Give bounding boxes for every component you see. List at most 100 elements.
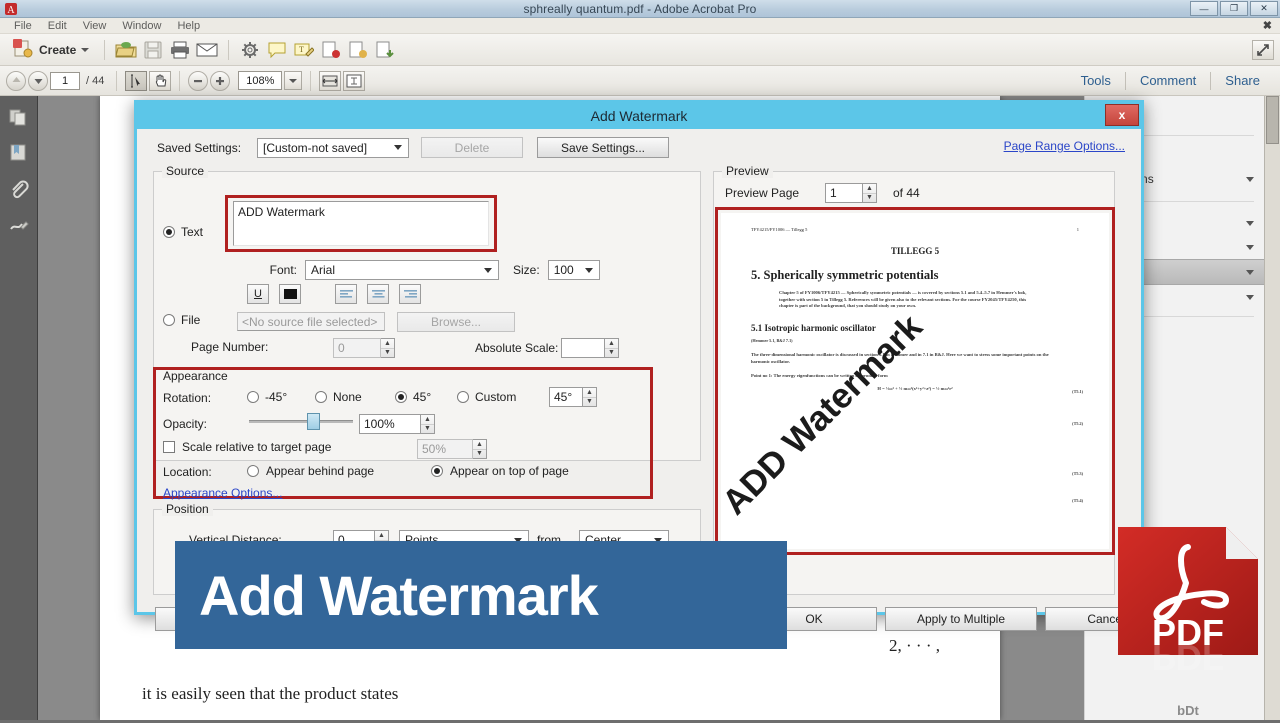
scale-value-input[interactable]: 50% bbox=[417, 439, 473, 459]
file-source-radio[interactable]: File bbox=[163, 313, 200, 327]
sticky-note-icon[interactable] bbox=[265, 38, 289, 62]
page-number-spinner[interactable]: 0 ▲ ▼ bbox=[333, 338, 395, 358]
underline-icon[interactable]: U bbox=[247, 284, 269, 304]
close-button[interactable]: ✕ bbox=[1250, 1, 1278, 16]
dialog-close-button[interactable]: x bbox=[1105, 104, 1139, 126]
scale-relative-checkbox[interactable]: Scale relative to target page bbox=[163, 440, 331, 454]
toolbar-separator bbox=[228, 39, 230, 60]
slider-knob[interactable] bbox=[307, 413, 320, 430]
appearance-options-link[interactable]: Appearance Options... bbox=[163, 486, 282, 500]
chevron-down-icon bbox=[1246, 220, 1254, 226]
fit-page-icon[interactable] bbox=[343, 70, 366, 91]
rotation-option-neg45[interactable]: -45° bbox=[247, 390, 287, 404]
hand-tool-icon[interactable] bbox=[149, 70, 172, 91]
zoom-out-icon[interactable] bbox=[188, 70, 209, 91]
align-right-icon[interactable] bbox=[399, 284, 421, 304]
apply-to-multiple-button[interactable]: Apply to Multiple bbox=[885, 607, 1037, 631]
zoom-in-icon[interactable] bbox=[210, 70, 231, 91]
absolute-scale-stepper[interactable]: ▲ ▼ bbox=[605, 338, 619, 358]
menu-edit[interactable]: Edit bbox=[40, 18, 75, 34]
font-label: Font: bbox=[269, 263, 297, 277]
bookmarks-icon[interactable] bbox=[8, 142, 30, 164]
page-number-input[interactable]: 0 bbox=[333, 338, 381, 358]
watermark-text-input[interactable]: ADD Watermark bbox=[233, 201, 489, 246]
size-label: Size: bbox=[513, 263, 540, 277]
saved-settings-select[interactable]: [Custom-not saved] bbox=[257, 137, 409, 158]
scrollbar-thumb[interactable] bbox=[1266, 96, 1279, 144]
document-scrollbar[interactable] bbox=[1264, 96, 1280, 720]
opacity-spinner[interactable]: 100% ▲ ▼ bbox=[359, 414, 435, 434]
extract-page-icon[interactable] bbox=[346, 38, 370, 62]
menu-help[interactable]: Help bbox=[169, 18, 208, 34]
page-number-input[interactable]: 1 bbox=[50, 71, 80, 90]
save-settings-button[interactable]: Save Settings... bbox=[537, 137, 669, 158]
chevron-down-icon[interactable] bbox=[284, 71, 303, 90]
arrow-up-icon[interactable] bbox=[6, 70, 26, 91]
export-page-icon[interactable] bbox=[373, 38, 397, 62]
preview-page-spinner[interactable]: 1 ▲ ▼ bbox=[825, 183, 877, 203]
scale-value-spinner[interactable]: 50% ▲ ▼ bbox=[417, 439, 487, 459]
print-icon[interactable] bbox=[168, 38, 192, 62]
rotation-option-45[interactable]: 45° bbox=[395, 390, 431, 404]
menu-view[interactable]: View bbox=[75, 18, 115, 34]
saved-settings-value: [Custom-not saved] bbox=[263, 140, 368, 155]
size-select[interactable]: 100 bbox=[547, 260, 600, 280]
settings-gear-icon[interactable] bbox=[238, 38, 262, 62]
select-text-icon[interactable] bbox=[125, 70, 148, 91]
signatures-icon[interactable] bbox=[8, 214, 30, 236]
radio-indicator bbox=[431, 465, 443, 477]
browse-button[interactable]: Browse... bbox=[397, 312, 515, 332]
location-option-ontop[interactable]: Appear on top of page bbox=[431, 464, 569, 478]
rotation-stepper[interactable]: ▲ ▼ bbox=[583, 387, 597, 407]
delete-settings-button[interactable]: Delete bbox=[421, 137, 523, 158]
save-icon[interactable] bbox=[141, 38, 165, 62]
window-controls: — ❐ ✕ bbox=[1190, 1, 1278, 16]
remove-page-icon[interactable] bbox=[319, 38, 343, 62]
close-document-button[interactable]: ✖ bbox=[1263, 19, 1272, 32]
opacity-slider[interactable] bbox=[249, 413, 353, 430]
rotation-option-none[interactable]: None bbox=[315, 390, 362, 404]
maximize-button[interactable]: ❐ bbox=[1220, 1, 1248, 16]
email-icon[interactable] bbox=[195, 38, 219, 62]
create-button-label: Create bbox=[39, 42, 77, 57]
page-number-stepper[interactable]: ▲ ▼ bbox=[381, 338, 395, 358]
file-path-input[interactable]: <No source file selected> bbox=[237, 312, 385, 331]
zoom-level-input[interactable]: 108% bbox=[238, 71, 283, 90]
attachments-icon[interactable] bbox=[8, 178, 30, 200]
align-center-icon[interactable] bbox=[367, 284, 389, 304]
watermark-preview: TFY4215/FY1006 — Tillegg 5 1 TILLEGG 5 5… bbox=[721, 213, 1109, 549]
comment-tab[interactable]: Comment bbox=[1126, 67, 1210, 95]
fit-width-icon[interactable] bbox=[319, 70, 342, 91]
open-folder-icon[interactable] bbox=[114, 38, 138, 62]
align-left-icon[interactable] bbox=[335, 284, 357, 304]
preview-page-input[interactable]: 1 bbox=[825, 183, 863, 203]
menu-file[interactable]: File bbox=[6, 18, 40, 34]
absolute-scale-input[interactable] bbox=[561, 338, 605, 358]
rotation-value-input[interactable]: 45° bbox=[549, 387, 583, 407]
expand-toolbar-icon[interactable] bbox=[1252, 39, 1274, 60]
page-thumbnails-icon[interactable] bbox=[8, 106, 30, 128]
text-color-swatch-icon[interactable] bbox=[279, 284, 301, 304]
share-tab[interactable]: Share bbox=[1211, 67, 1274, 95]
page-range-options-link[interactable]: Page Range Options... bbox=[1004, 139, 1125, 153]
rotation-option-label: 45° bbox=[413, 390, 432, 404]
rotation-value-spinner[interactable]: 45° ▲ ▼ bbox=[549, 387, 597, 407]
menu-window[interactable]: Window bbox=[114, 18, 169, 34]
minimize-button[interactable]: — bbox=[1190, 1, 1218, 16]
navigation-pane-rail bbox=[0, 96, 38, 720]
position-group-label: Position bbox=[162, 502, 213, 516]
create-button[interactable]: Create bbox=[6, 36, 95, 63]
text-source-radio[interactable]: Text bbox=[163, 225, 203, 239]
rotation-option-custom[interactable]: Custom bbox=[457, 390, 516, 404]
arrow-down-icon[interactable] bbox=[28, 70, 48, 91]
opacity-input[interactable]: 100% bbox=[359, 414, 421, 434]
location-option-behind[interactable]: Appear behind page bbox=[247, 464, 374, 478]
appearance-group-label: Appearance bbox=[163, 369, 228, 383]
preview-page-stepper[interactable]: ▲ ▼ bbox=[863, 183, 877, 203]
tools-tab[interactable]: Tools bbox=[1067, 67, 1125, 95]
opacity-stepper[interactable]: ▲ ▼ bbox=[421, 414, 435, 434]
highlight-text-icon[interactable]: T bbox=[292, 38, 316, 62]
font-select[interactable]: Arial bbox=[305, 260, 499, 280]
absolute-scale-spinner[interactable]: ▲ ▼ bbox=[561, 338, 619, 358]
scale-stepper[interactable]: ▲ ▼ bbox=[473, 439, 487, 459]
